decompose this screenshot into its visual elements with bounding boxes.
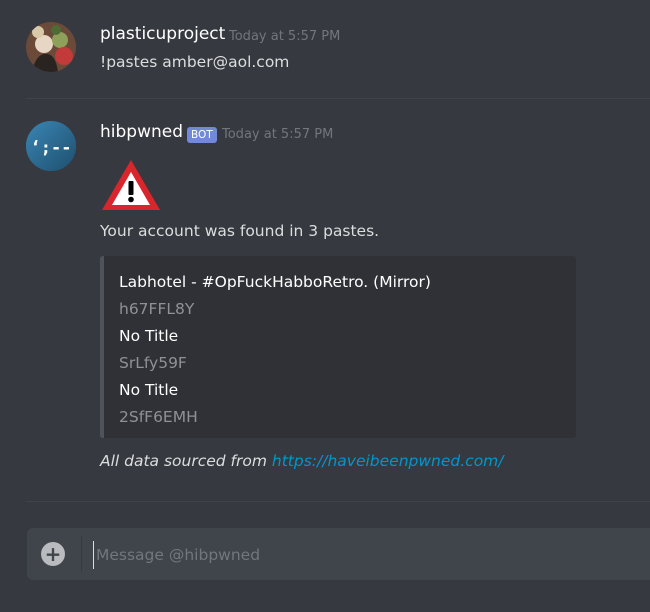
hibp-link[interactable]: https://haveibeenpwned.com/ (272, 452, 504, 470)
timestamp: Today at 5:57 PM (222, 127, 334, 142)
message-divider (26, 501, 650, 502)
bot-avatar[interactable]: ‘;-- (26, 121, 76, 171)
username-label[interactable]: hibpwned (100, 122, 183, 142)
chat-area: plasticuproject Today at 5:57 PM !pastes… (0, 0, 650, 612)
embed-value-1: h67FFL8Y (119, 300, 195, 318)
embed-title-1: Labhotel - #OpFuckHabboRetro. (Mirror) (119, 273, 431, 291)
username-label[interactable]: plasticuproject (100, 24, 225, 44)
plus-icon[interactable]: + (41, 542, 65, 566)
message-input[interactable] (93, 541, 638, 569)
embed-value-3: 2SfF6EMH (119, 408, 198, 426)
message-text: Your account was found in 3 pastes. (100, 222, 380, 240)
bot-avatar-text: ‘;-- (31, 138, 72, 158)
data-source-note: All data sourced from https://haveibeenp… (100, 452, 504, 470)
timestamp: Today at 5:57 PM (229, 29, 341, 44)
message-text: !pastes amber@aol.com (100, 53, 290, 71)
bot-badge: BOT (187, 127, 217, 143)
warning-icon (100, 158, 162, 216)
message-composer: + (27, 528, 650, 580)
data-source-prefix: All data sourced from (100, 452, 272, 470)
composer-divider (81, 536, 82, 572)
embed-title-3: No Title (119, 381, 179, 399)
paste-embed: Labhotel - #OpFuckHabboRetro. (Mirror) h… (100, 256, 576, 438)
embed-value-2: SrLfy59F (119, 354, 187, 372)
embed-title-2: No Title (119, 327, 179, 345)
user-avatar[interactable] (26, 22, 76, 72)
message-divider (26, 98, 650, 99)
